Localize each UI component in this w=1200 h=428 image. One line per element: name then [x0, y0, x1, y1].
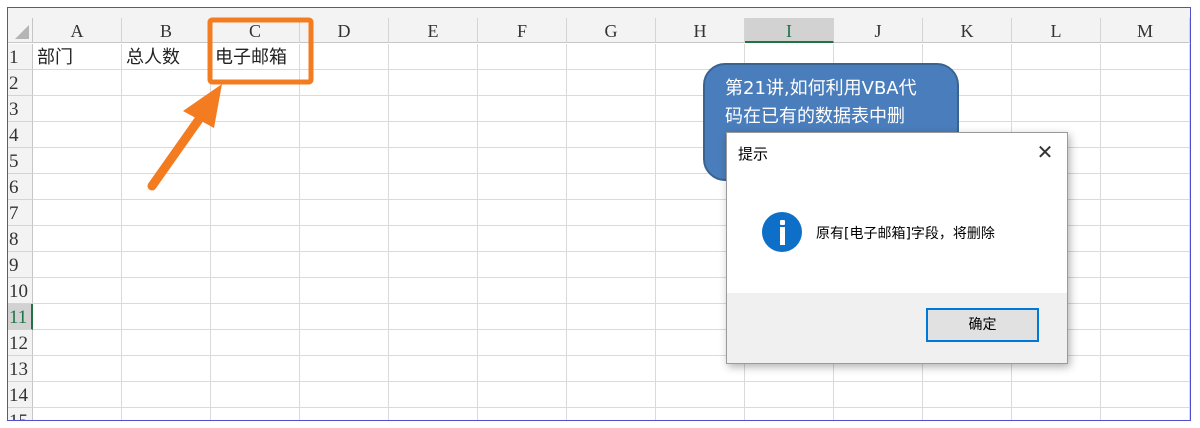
dialog-footer: 确定 [727, 293, 1067, 363]
arrow-shaft [147, 103, 212, 191]
callout-line-2: 码在已有的数据表中删 [725, 106, 905, 127]
info-icon [762, 212, 802, 252]
dialog-title: 提示 [738, 145, 769, 163]
callout-line-1: 第21讲,如何利用VBA代 [725, 78, 917, 99]
dialog-message: 原有[电子邮箱]字段，将删除 [816, 226, 995, 242]
highlight-box [207, 17, 314, 85]
arrow-head [183, 84, 222, 128]
close-icon[interactable]: ✕ [1031, 139, 1059, 165]
ok-button[interactable]: 确定 [926, 308, 1039, 342]
message-box: 提示 ✕ 原有[电子邮箱]字段，将删除 确定 [726, 132, 1068, 364]
